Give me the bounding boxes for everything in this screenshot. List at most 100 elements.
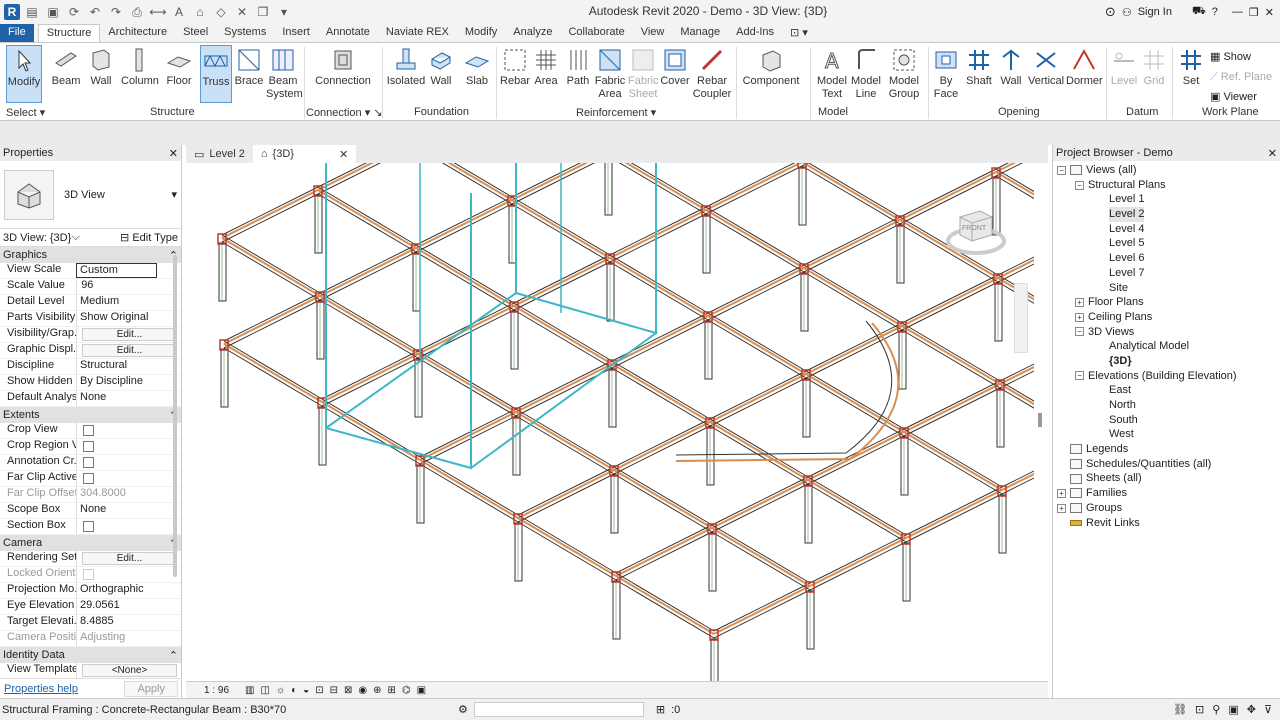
select-panel-label[interactable]: Select ▾ — [6, 106, 45, 119]
projection-mode-field[interactable]: Orthographic — [76, 583, 181, 598]
tree-3d-views[interactable]: −3D Views — [1053, 325, 1280, 340]
worksets-icon[interactable]: ⚙ — [458, 703, 468, 716]
grid-button[interactable]: Grid — [1140, 45, 1168, 88]
print-icon[interactable]: ⎙ — [128, 3, 146, 21]
close-window-button[interactable]: ✕ — [1265, 6, 1274, 19]
tab-architecture[interactable]: Architecture — [100, 24, 175, 42]
tree-level-5[interactable]: Level 5 — [1053, 236, 1280, 251]
help-icon[interactable]: ? — [1212, 6, 1218, 18]
discipline-field[interactable]: Structural — [76, 359, 181, 374]
viewer-button[interactable]: ▣ Viewer — [1210, 87, 1272, 107]
browser-close-icon[interactable]: ✕ — [1268, 147, 1277, 160]
open-icon[interactable]: ▤ — [23, 3, 41, 21]
collapse-icon[interactable]: − — [1075, 327, 1084, 337]
apply-button[interactable]: Apply — [124, 680, 178, 697]
tree-level-6[interactable]: Level 6 — [1053, 251, 1280, 266]
level-button[interactable]: Level — [1110, 45, 1138, 88]
model-line-button[interactable]: Model Line — [850, 45, 882, 101]
tab-annotate[interactable]: Annotate — [318, 24, 378, 42]
reinforcement-panel-label[interactable]: Reinforcement ▾ — [576, 106, 656, 119]
select-links-icon[interactable]: ⛓ — [1173, 703, 1187, 716]
tab-naviate-rex[interactable]: Naviate REX — [378, 24, 457, 42]
3d-model-canvas[interactable]: FRONT — [186, 163, 1034, 681]
highlight-boundaries-icon[interactable]: ▣ — [417, 685, 426, 696]
parts-visibility-field[interactable]: Show Original — [76, 311, 181, 326]
switch-windows-icon[interactable]: ❐ — [254, 3, 272, 21]
tree-analytical-model[interactable]: Analytical Model — [1053, 339, 1280, 354]
tree-north[interactable]: North — [1053, 398, 1280, 413]
tree-ceiling-plans[interactable]: + Ceiling Plans — [1053, 310, 1280, 325]
tree-level-2[interactable]: Level 2 — [1053, 207, 1280, 222]
slab-button[interactable]: Slab — [462, 45, 492, 88]
collapse-icon[interactable]: − — [1057, 165, 1066, 175]
scale-value-field[interactable]: 1:96 — [76, 279, 181, 294]
ribbon-options-icon[interactable]: ⊡ ▾ — [782, 24, 816, 42]
visual-style-icon[interactable]: ◫ — [260, 685, 269, 696]
collapse-icon[interactable]: − — [1075, 371, 1084, 381]
tab-systems[interactable]: Systems — [216, 24, 274, 42]
tree-schedules[interactable]: Schedules/Quantities (all) — [1053, 457, 1280, 472]
beam-system-button[interactable]: Beam System — [266, 45, 303, 101]
dormer-button[interactable]: Dormer — [1066, 45, 1103, 88]
user-icon[interactable]: ⚇ — [1122, 6, 1132, 19]
isolated-foundation-button[interactable]: Isolated — [386, 45, 426, 88]
tree-floor-plans[interactable]: + Floor Plans — [1053, 295, 1280, 310]
properties-close-icon[interactable]: ✕ — [169, 147, 178, 160]
view-vertical-scrollbar[interactable] — [1038, 413, 1042, 427]
eye-elevation-field[interactable]: 29.0561 — [76, 599, 181, 614]
tree-revit-links[interactable]: Revit Links — [1053, 516, 1280, 531]
3d-view-icon[interactable]: ⌂ — [191, 3, 209, 21]
fabric-sheet-button[interactable]: Fabric Sheet — [628, 45, 659, 101]
show-hidden-field[interactable]: By Discipline — [76, 375, 181, 390]
design-option-field[interactable] — [473, 702, 644, 717]
beam-button[interactable]: Beam — [50, 45, 82, 88]
select-pinned-icon[interactable]: ⚲ — [1212, 703, 1220, 716]
binoculars-icon[interactable]: ⊙ — [1105, 4, 1116, 20]
navigation-bar[interactable] — [1014, 283, 1028, 353]
tree-east[interactable]: East — [1053, 383, 1280, 398]
crop-view-checkbox[interactable] — [83, 425, 94, 436]
tree-level-4[interactable]: Level 4 — [1053, 222, 1280, 237]
target-elevation-field[interactable]: 8.4885 — [76, 615, 181, 630]
sync-icon[interactable]: ⟳ — [65, 3, 83, 21]
collapse-icon[interactable]: ⌃ — [169, 649, 178, 662]
tab-analyze[interactable]: Analyze — [505, 24, 560, 42]
restore-button[interactable]: ❐ — [1249, 6, 1259, 19]
view-tab-level-2[interactable]: ▭ Level 2 — [186, 145, 253, 163]
tab-modify[interactable]: Modify — [457, 24, 505, 42]
tree-sheets[interactable]: Sheets (all) — [1053, 471, 1280, 486]
view-scale-control[interactable]: 1 : 96 — [204, 685, 229, 696]
tab-manage[interactable]: Manage — [672, 24, 728, 42]
redo-icon[interactable]: ↷ — [107, 3, 125, 21]
expand-icon[interactable]: + — [1075, 298, 1084, 308]
qat-dropdown-icon[interactable]: ▾ — [275, 3, 293, 21]
properties-help-link[interactable]: Properties help — [4, 683, 78, 695]
tab-insert[interactable]: Insert — [274, 24, 318, 42]
tree-3d[interactable]: {3D} — [1053, 354, 1280, 369]
model-group-button[interactable]: Model Group — [886, 45, 922, 101]
tree-elevations[interactable]: − Elevations (Building Elevation) — [1053, 369, 1280, 384]
tree-south[interactable]: South — [1053, 413, 1280, 428]
vis-graph-edit-button[interactable]: Edit... — [82, 328, 177, 341]
text-icon[interactable]: A — [170, 3, 188, 21]
minimize-button[interactable]: — — [1232, 6, 1243, 18]
crop-region-checkbox[interactable] — [83, 441, 94, 452]
save-icon[interactable]: ▣ — [44, 3, 62, 21]
detail-level-icon[interactable]: ▥ — [245, 685, 254, 696]
instance-dropdown-icon[interactable]: ⌵ — [72, 231, 80, 244]
wall-foundation-button[interactable]: Wall — [428, 45, 454, 88]
measure-icon[interactable]: ⟷ — [149, 3, 167, 21]
tab-file[interactable]: File — [0, 24, 34, 42]
select-underlay-icon[interactable]: ⊡ — [1195, 703, 1204, 716]
worksharing-icon[interactable]: ⊞ — [388, 685, 396, 696]
close-tab-icon[interactable]: ✕ — [339, 148, 348, 161]
tree-groups[interactable]: + Groups — [1053, 501, 1280, 516]
rebar-button[interactable]: Rebar — [500, 45, 530, 88]
tree-families[interactable]: + Families — [1053, 486, 1280, 501]
tree-legends[interactable]: Legends — [1053, 442, 1280, 457]
drag-elements-icon[interactable]: ✥ — [1247, 703, 1256, 716]
wall-opening-button[interactable]: Wall — [998, 45, 1024, 88]
tree-site[interactable]: Site — [1053, 281, 1280, 296]
default-analysis-field[interactable]: None — [76, 391, 181, 406]
brace-button[interactable]: Brace — [234, 45, 264, 88]
